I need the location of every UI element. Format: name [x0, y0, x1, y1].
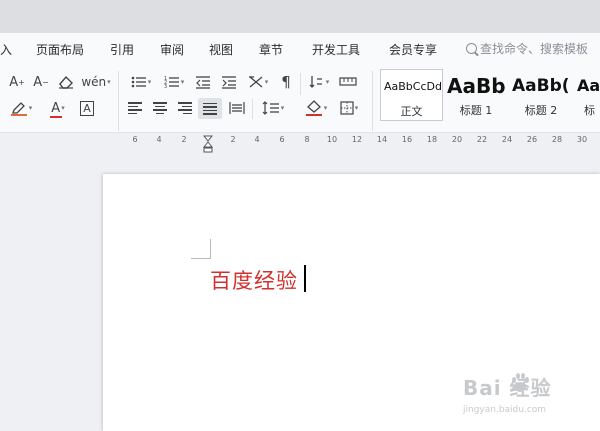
menu-member[interactable]: 会员专享 — [389, 41, 437, 58]
indent-icon[interactable] — [219, 72, 239, 92]
paint-bucket-icon[interactable]: ▾ — [302, 98, 330, 118]
watermark-url: jingyan.baidu.com — [463, 405, 547, 415]
chinese-layout-icon[interactable]: ▾ — [244, 72, 272, 92]
style-sample: AaBbCcDd — [384, 80, 442, 93]
phonetic-label: wén — [81, 75, 107, 89]
ruler-tick-label: 12 — [351, 135, 363, 144]
align-center-icon[interactable] — [150, 98, 170, 118]
style-sample: Aa — [577, 76, 600, 95]
style-name: 标题 1 — [459, 104, 493, 117]
text-cursor — [304, 265, 306, 292]
menu-insert[interactable]: 入 — [0, 41, 12, 58]
ruler-tick-label: 6 — [132, 135, 138, 144]
tab-ruler-icon[interactable] — [338, 72, 358, 92]
style-name: 标题 2 — [524, 104, 558, 117]
ribbon: 入 页面布局 引用 审阅 视图 章节 开发工具 会员专享 查找命令、搜索模板 A… — [0, 33, 600, 133]
ruler-tick-label: 30 — [576, 135, 588, 144]
command-search[interactable]: 查找命令、搜索模板 — [466, 40, 588, 57]
character-border-icon: A — [80, 100, 94, 116]
toolbar-divider — [252, 99, 253, 119]
horizontal-ruler[interactable]: 6 4 2 2 4 6 8 10 12 14 16 18 20 22 24 26… — [0, 133, 600, 153]
ruler-tick-label: 22 — [476, 135, 488, 144]
style-sample: AaBb( — [512, 76, 570, 96]
line-spacing-icon[interactable]: ▾ — [258, 98, 288, 118]
watermark-logo: Bai 经验 — [463, 376, 552, 400]
ruler-tick-label: 6 — [279, 135, 285, 144]
style-heading-2[interactable]: AaBb( 标题 2 — [509, 69, 573, 121]
menu-chapter[interactable]: 章节 — [259, 41, 283, 58]
align-justify-icon[interactable] — [198, 98, 222, 119]
ruler-tick-label: 10 — [326, 135, 338, 144]
font-grow-icon[interactable]: A + — [8, 72, 26, 92]
ruler-tick-label: 18 — [426, 135, 438, 144]
numbered-list-icon[interactable]: 1 2 3 ▾ — [160, 72, 188, 92]
paragraph-mark-icon[interactable]: ¶ — [277, 72, 295, 92]
menu-bar: 入 页面布局 引用 审阅 视图 章节 开发工具 会员专享 查找命令、搜索模板 — [0, 33, 600, 63]
font-color-icon: A — [51, 100, 61, 116]
sort-icon[interactable]: ▾ — [305, 72, 333, 92]
ruler-tick-label: 2 — [181, 135, 187, 144]
menu-page-layout[interactable]: 页面布局 — [36, 41, 84, 58]
title-bar — [0, 0, 600, 33]
ruler-tick-label: 4 — [254, 135, 260, 144]
document-text[interactable]: 百度经验 — [210, 265, 298, 295]
style-heading-3[interactable]: Aa 标 — [574, 69, 600, 121]
style-name: 标 — [584, 104, 595, 117]
style-heading-1[interactable]: AaBb 标题 1 — [444, 69, 508, 121]
ruler-tick-label: 28 — [551, 135, 563, 144]
phonetic-guide-button[interactable]: wén ▾ — [81, 72, 110, 92]
indent-marker-icon[interactable] — [203, 135, 213, 153]
margin-corner-mark — [191, 258, 211, 259]
outdent-icon[interactable] — [193, 72, 213, 92]
ruler-tick-label: 4 — [156, 135, 162, 144]
search-icon — [466, 43, 477, 54]
toolbar-divider — [300, 73, 301, 95]
ruler-tick-label: 26 — [526, 135, 538, 144]
character-border-button[interactable]: A — [78, 98, 96, 118]
borders-icon[interactable]: ▾ — [335, 98, 363, 118]
menu-view[interactable]: 视图 — [209, 41, 233, 58]
ruler-tick-label: 8 — [304, 135, 310, 144]
align-distributed-icon[interactable] — [227, 98, 247, 118]
svg-text:3: 3 — [164, 84, 167, 89]
search-placeholder: 查找命令、搜索模板 — [480, 42, 589, 56]
paw-icon — [512, 373, 529, 392]
ruler-tick-label: 20 — [451, 135, 463, 144]
menu-references[interactable]: 引用 — [110, 41, 134, 58]
baidu-jingyan-watermark: Bai 经验 jingyan.baidu.com — [463, 372, 600, 431]
styles-gallery: AaBbCcDd 正文 AaBb 标题 1 AaBb( 标题 2 Aa 标 — [378, 69, 600, 123]
ruler-tick-label: 2 — [230, 135, 236, 144]
highlighter-icon[interactable]: ▾ — [4, 98, 38, 118]
font-color-button[interactable]: A ▾ — [44, 98, 72, 118]
ruler-tick-label: 24 — [501, 135, 513, 144]
font-shrink-icon[interactable]: A − — [32, 72, 50, 92]
ruler-tick-label: 14 — [376, 135, 388, 144]
menu-review[interactable]: 审阅 — [160, 41, 184, 58]
eraser-icon[interactable] — [56, 72, 76, 92]
margin-corner-mark — [210, 239, 211, 259]
toolbar-divider — [118, 71, 119, 131]
style-name: 正文 — [400, 105, 423, 118]
ruler-tick-label: 16 — [401, 135, 413, 144]
style-sample: AaBb — [447, 74, 506, 98]
style-normal[interactable]: AaBbCcDd 正文 — [380, 69, 443, 121]
bullets-list-icon[interactable]: ▾ — [127, 72, 155, 92]
align-left-icon[interactable] — [125, 98, 145, 118]
align-right-icon[interactable] — [175, 98, 195, 118]
menu-developer-tools[interactable]: 开发工具 — [312, 41, 360, 58]
toolbar-divider — [372, 71, 373, 131]
